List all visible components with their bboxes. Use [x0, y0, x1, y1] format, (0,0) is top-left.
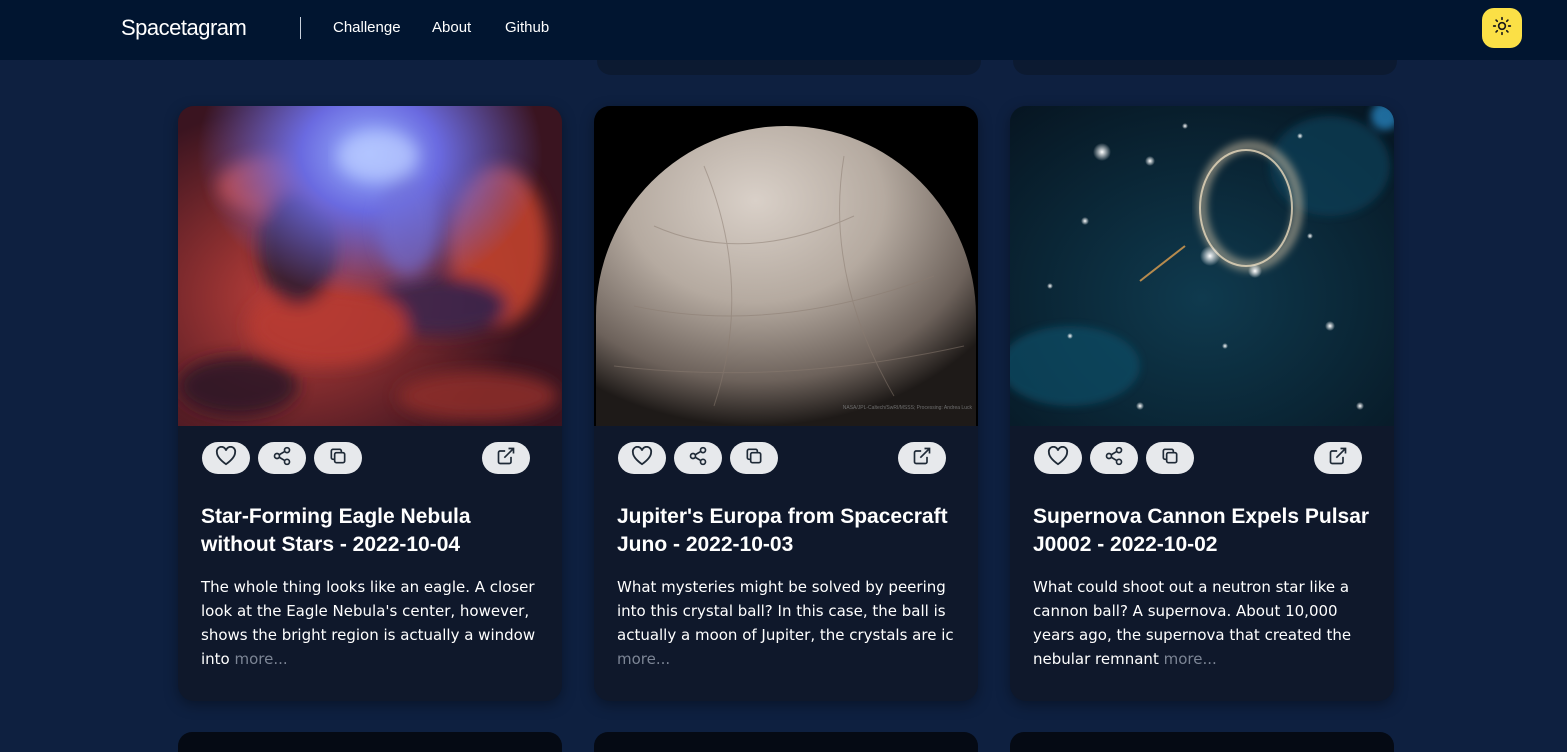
image-credit: NASA/JPL-Caltech/SwRI/MSSS; Processing: … [843, 405, 973, 411]
description-text: What mysteries might be solved by peerin… [617, 578, 954, 644]
copy-link-button[interactable] [1146, 442, 1194, 474]
card-title: Supernova Cannon Expels Pulsar J0002 - 2… [1033, 505, 1370, 556]
copy-link-button[interactable] [730, 442, 778, 474]
open-external-button[interactable] [898, 442, 946, 474]
card-image-supernova[interactable] [1010, 106, 1394, 426]
card-description: The whole thing looks like an eagle. A c… [201, 575, 546, 671]
like-button[interactable] [618, 442, 666, 474]
card-next-row-3 [1010, 732, 1394, 752]
sun-icon [1492, 16, 1512, 41]
heart-icon [215, 445, 237, 471]
card-description: What mysteries might be solved by peerin… [617, 575, 962, 671]
open-external-button[interactable] [482, 442, 530, 474]
nav-link-about[interactable]: About [432, 19, 471, 36]
share-icon [688, 446, 708, 471]
copy-icon [744, 446, 764, 471]
copy-icon [328, 446, 348, 471]
card-image-eagle-nebula[interactable] [178, 106, 562, 426]
external-link-icon [1328, 446, 1348, 471]
more-link[interactable]: more... [1164, 650, 1217, 668]
external-link-icon [496, 446, 516, 471]
apod-card-supernova-cannon: Supernova Cannon Expels Pulsar J0002 - 2… [1010, 106, 1394, 701]
open-external-button[interactable] [1314, 442, 1362, 474]
card-title: Jupiter's Europa from Spacecraft Juno - … [617, 505, 948, 556]
share-icon [272, 446, 292, 471]
nav-divider [300, 17, 301, 39]
share-button[interactable] [258, 442, 306, 474]
card-title: Star-Forming Eagle Nebula without Stars … [201, 505, 471, 556]
theme-toggle-button[interactable] [1482, 8, 1522, 48]
nav-link-challenge[interactable]: Challenge [333, 19, 401, 36]
copy-icon [1160, 446, 1180, 471]
app-title[interactable]: Spacetagram [121, 15, 247, 41]
top-navbar: Spacetagram Challenge About Github [0, 0, 1567, 60]
apod-card-europa: NASA/JPL-Caltech/SwRI/MSSS; Processing: … [594, 106, 978, 701]
external-link-icon [912, 446, 932, 471]
like-button[interactable] [202, 442, 250, 474]
apod-card-eagle-nebula: Star-Forming Eagle Nebula without Stars … [178, 106, 562, 701]
share-button[interactable] [674, 442, 722, 474]
card-next-row-1 [178, 732, 562, 752]
more-link[interactable]: more... [235, 650, 288, 668]
copy-link-button[interactable] [314, 442, 362, 474]
card-next-row-2 [594, 732, 978, 752]
card-description: What could shoot out a neutron star like… [1033, 575, 1378, 671]
more-link[interactable]: more... [617, 650, 670, 668]
like-button[interactable] [1034, 442, 1082, 474]
heart-icon [1047, 445, 1069, 471]
heart-icon [631, 445, 653, 471]
share-button[interactable] [1090, 442, 1138, 474]
card-image-europa[interactable]: NASA/JPL-Caltech/SwRI/MSSS; Processing: … [594, 106, 978, 426]
share-icon [1104, 446, 1124, 471]
nav-link-github[interactable]: Github [505, 19, 549, 36]
